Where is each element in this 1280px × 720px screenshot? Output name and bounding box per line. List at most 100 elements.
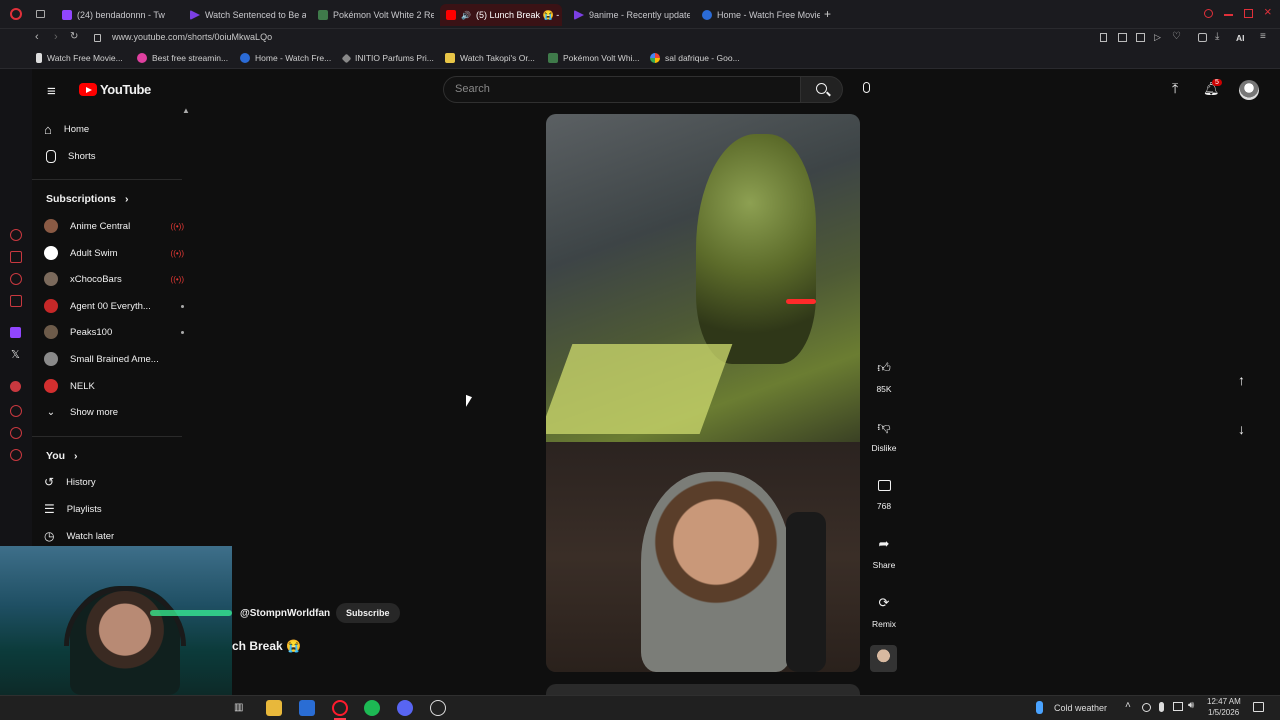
aria-ai-button[interactable]: AI <box>1236 33 1245 43</box>
discord-icon[interactable] <box>397 700 413 716</box>
subscribe-button[interactable]: Subscribe <box>336 603 400 623</box>
extensions-icon[interactable] <box>1136 33 1145 42</box>
sidebar-item-shorts[interactable]: Shorts <box>44 143 184 169</box>
next-short-arrow-icon[interactable]: ↓ <box>1238 421 1245 437</box>
tab-sentenced[interactable]: Watch Sentenced to Be a <box>184 4 306 26</box>
bookmark-item[interactable]: INITIO Parfums Pri... <box>341 53 434 63</box>
spotify-icon[interactable] <box>364 700 380 716</box>
forward-icon[interactable]: › <box>54 31 58 43</box>
settings-icon[interactable] <box>10 449 22 461</box>
player-icon[interactable]: ▷ <box>1154 32 1161 43</box>
bookmark-item[interactable]: Watch Free Movie... <box>36 53 123 63</box>
clock-time[interactable]: 12:47 AM <box>1207 697 1241 706</box>
youtube-icon <box>446 10 456 20</box>
bookmark-item[interactable]: Watch Takopi's Or... <box>445 53 535 63</box>
sidebar-item-subscription[interactable]: Anime Central ((•)) <box>44 213 184 239</box>
messenger-icon[interactable] <box>10 273 22 285</box>
network-icon[interactable] <box>1173 702 1183 711</box>
bookmark-page-icon[interactable] <box>1100 33 1107 42</box>
sidebar-item-playlists[interactable]: ☰ Playlists <box>44 496 184 522</box>
sidebar-item-subscription[interactable]: Adult Swim ((•)) <box>44 240 184 266</box>
wallet-icon[interactable] <box>1198 33 1207 42</box>
channel-avatar <box>44 246 58 260</box>
sidebar-collapse-icon[interactable]: ▲ <box>182 106 190 115</box>
new-tab-icon[interactable]: + <box>824 7 831 21</box>
show-more-button[interactable]: ⌄ Show more <box>44 399 184 425</box>
weather-label[interactable]: Cold weather <box>1054 703 1107 713</box>
short-title: ch Break 😭 <box>232 639 301 653</box>
like-button[interactable]: 👍︎ 85K <box>864 352 904 394</box>
tab-list-icon[interactable] <box>36 10 45 18</box>
mail-icon[interactable] <box>10 295 22 307</box>
search-tabs-icon[interactable] <box>1204 9 1213 18</box>
hamburger-menu-icon[interactable]: ≡ <box>47 83 56 100</box>
volume-icon[interactable]: 🔊︎ <box>1188 700 1194 711</box>
twitch-icon[interactable] <box>10 327 21 338</box>
tab-pokemon[interactable]: Pokémon Volt White 2 Re <box>312 4 434 26</box>
sidebar-item-history[interactable]: ↺ History <box>44 469 184 495</box>
channel-handle[interactable]: @StompnWorldfan <box>240 608 330 619</box>
search-button[interactable] <box>801 76 843 103</box>
next-short-preview[interactable] <box>546 684 860 695</box>
bookmark-item[interactable]: Best free streamin... <box>137 53 228 63</box>
sidebar-item-home[interactable]: ⌂ Home <box>44 116 184 142</box>
obs-icon[interactable] <box>430 700 446 716</box>
avatar[interactable] <box>1239 80 1259 100</box>
close-icon[interactable]: × <box>1264 4 1272 19</box>
opera-icon[interactable] <box>332 700 348 716</box>
dislike-button[interactable]: 👎︎ Dislike <box>864 411 904 453</box>
upload-icon[interactable]: ⤒ <box>1172 80 1178 97</box>
short-video-player[interactable] <box>546 114 860 672</box>
tab-twitch[interactable]: (24) bendadonnn - Tw <box>56 4 178 26</box>
voice-search-icon[interactable] <box>863 82 870 93</box>
download-icon[interactable]: ⤓ <box>1215 31 1219 42</box>
you-heading[interactable]: You › <box>46 450 77 462</box>
history-icon[interactable] <box>10 405 22 417</box>
task-view-icon[interactable]: ▥ <box>234 702 243 713</box>
menu-icon[interactable]: ≡ <box>1260 31 1266 42</box>
store-icon[interactable] <box>299 700 315 716</box>
minimize-icon[interactable] <box>1224 14 1233 16</box>
clock-date[interactable]: 1/5/2026 <box>1208 708 1239 717</box>
pinboard-icon[interactable] <box>10 427 22 439</box>
sidebar-item-subscription[interactable]: xChocoBars ((•)) <box>44 266 184 292</box>
comments-button[interactable]: 768 <box>864 469 904 511</box>
sidebar-item-subscription[interactable]: Small Brained Ame... <box>44 346 184 372</box>
sound-thumbnail[interactable] <box>870 645 897 672</box>
sidebar-item-subscription[interactable]: Peaks100 <box>44 319 184 345</box>
workspace-icon[interactable] <box>10 251 22 263</box>
tab-9anime[interactable]: 9anime - Recently update <box>568 4 690 26</box>
audio-icon[interactable]: 🔊 <box>461 11 471 20</box>
subscriptions-heading[interactable]: Subscriptions › <box>46 193 128 205</box>
tab-watch-free[interactable]: Home - Watch Free Movie <box>696 4 820 26</box>
browser-tab-bar: (24) bendadonnn - Tw Watch Sentenced to … <box>0 0 1280 29</box>
tab-lunch-break[interactable]: 🔊 (5) Lunch Break 😭 - <box>440 4 562 26</box>
notification-center-icon[interactable] <box>1253 702 1264 712</box>
remix-button[interactable]: ⟳ Remix <box>864 587 904 629</box>
sidebar-item-subscription[interactable]: NELK <box>44 373 184 399</box>
play-icon <box>190 10 200 20</box>
reload-icon[interactable]: ↻ <box>70 31 78 42</box>
bookmark-item[interactable]: sal dafrique - Goo... <box>650 53 740 63</box>
search-input[interactable]: Search <box>443 76 801 103</box>
snapshot-icon[interactable] <box>1118 33 1127 42</box>
youtube-logo[interactable]: YouTube <box>79 82 151 97</box>
bookmark-item[interactable]: Home - Watch Fre... <box>240 53 331 63</box>
x-icon[interactable]: 𝕏 <box>11 348 20 361</box>
heart-icon[interactable]: ♡ <box>1172 31 1181 42</box>
share-button[interactable]: ➦ Share <box>864 528 904 570</box>
url-field[interactable]: www.youtube.com/shorts/0oiuMkwaLQo <box>112 32 272 42</box>
spotify-icon[interactable] <box>10 381 21 392</box>
aria-icon[interactable] <box>10 229 22 241</box>
previous-short-arrow-icon[interactable]: ↑ <box>1238 372 1245 388</box>
sidebar-item-subscription[interactable]: Agent 00 Everyth... <box>44 293 184 319</box>
file-explorer-icon[interactable] <box>266 700 282 716</box>
chevron-up-icon[interactable]: ˄ <box>1125 700 1131 711</box>
bookmark-item[interactable]: Pokémon Volt Whi... <box>548 53 640 63</box>
tray-icon[interactable] <box>1142 703 1151 712</box>
opera-logo-icon[interactable] <box>10 8 22 20</box>
maximize-icon[interactable] <box>1244 9 1253 18</box>
mic-tray-icon[interactable] <box>1159 702 1164 712</box>
tab-label: (24) bendadonnn - Tw <box>77 10 165 20</box>
back-icon[interactable]: ‹ <box>35 31 39 43</box>
